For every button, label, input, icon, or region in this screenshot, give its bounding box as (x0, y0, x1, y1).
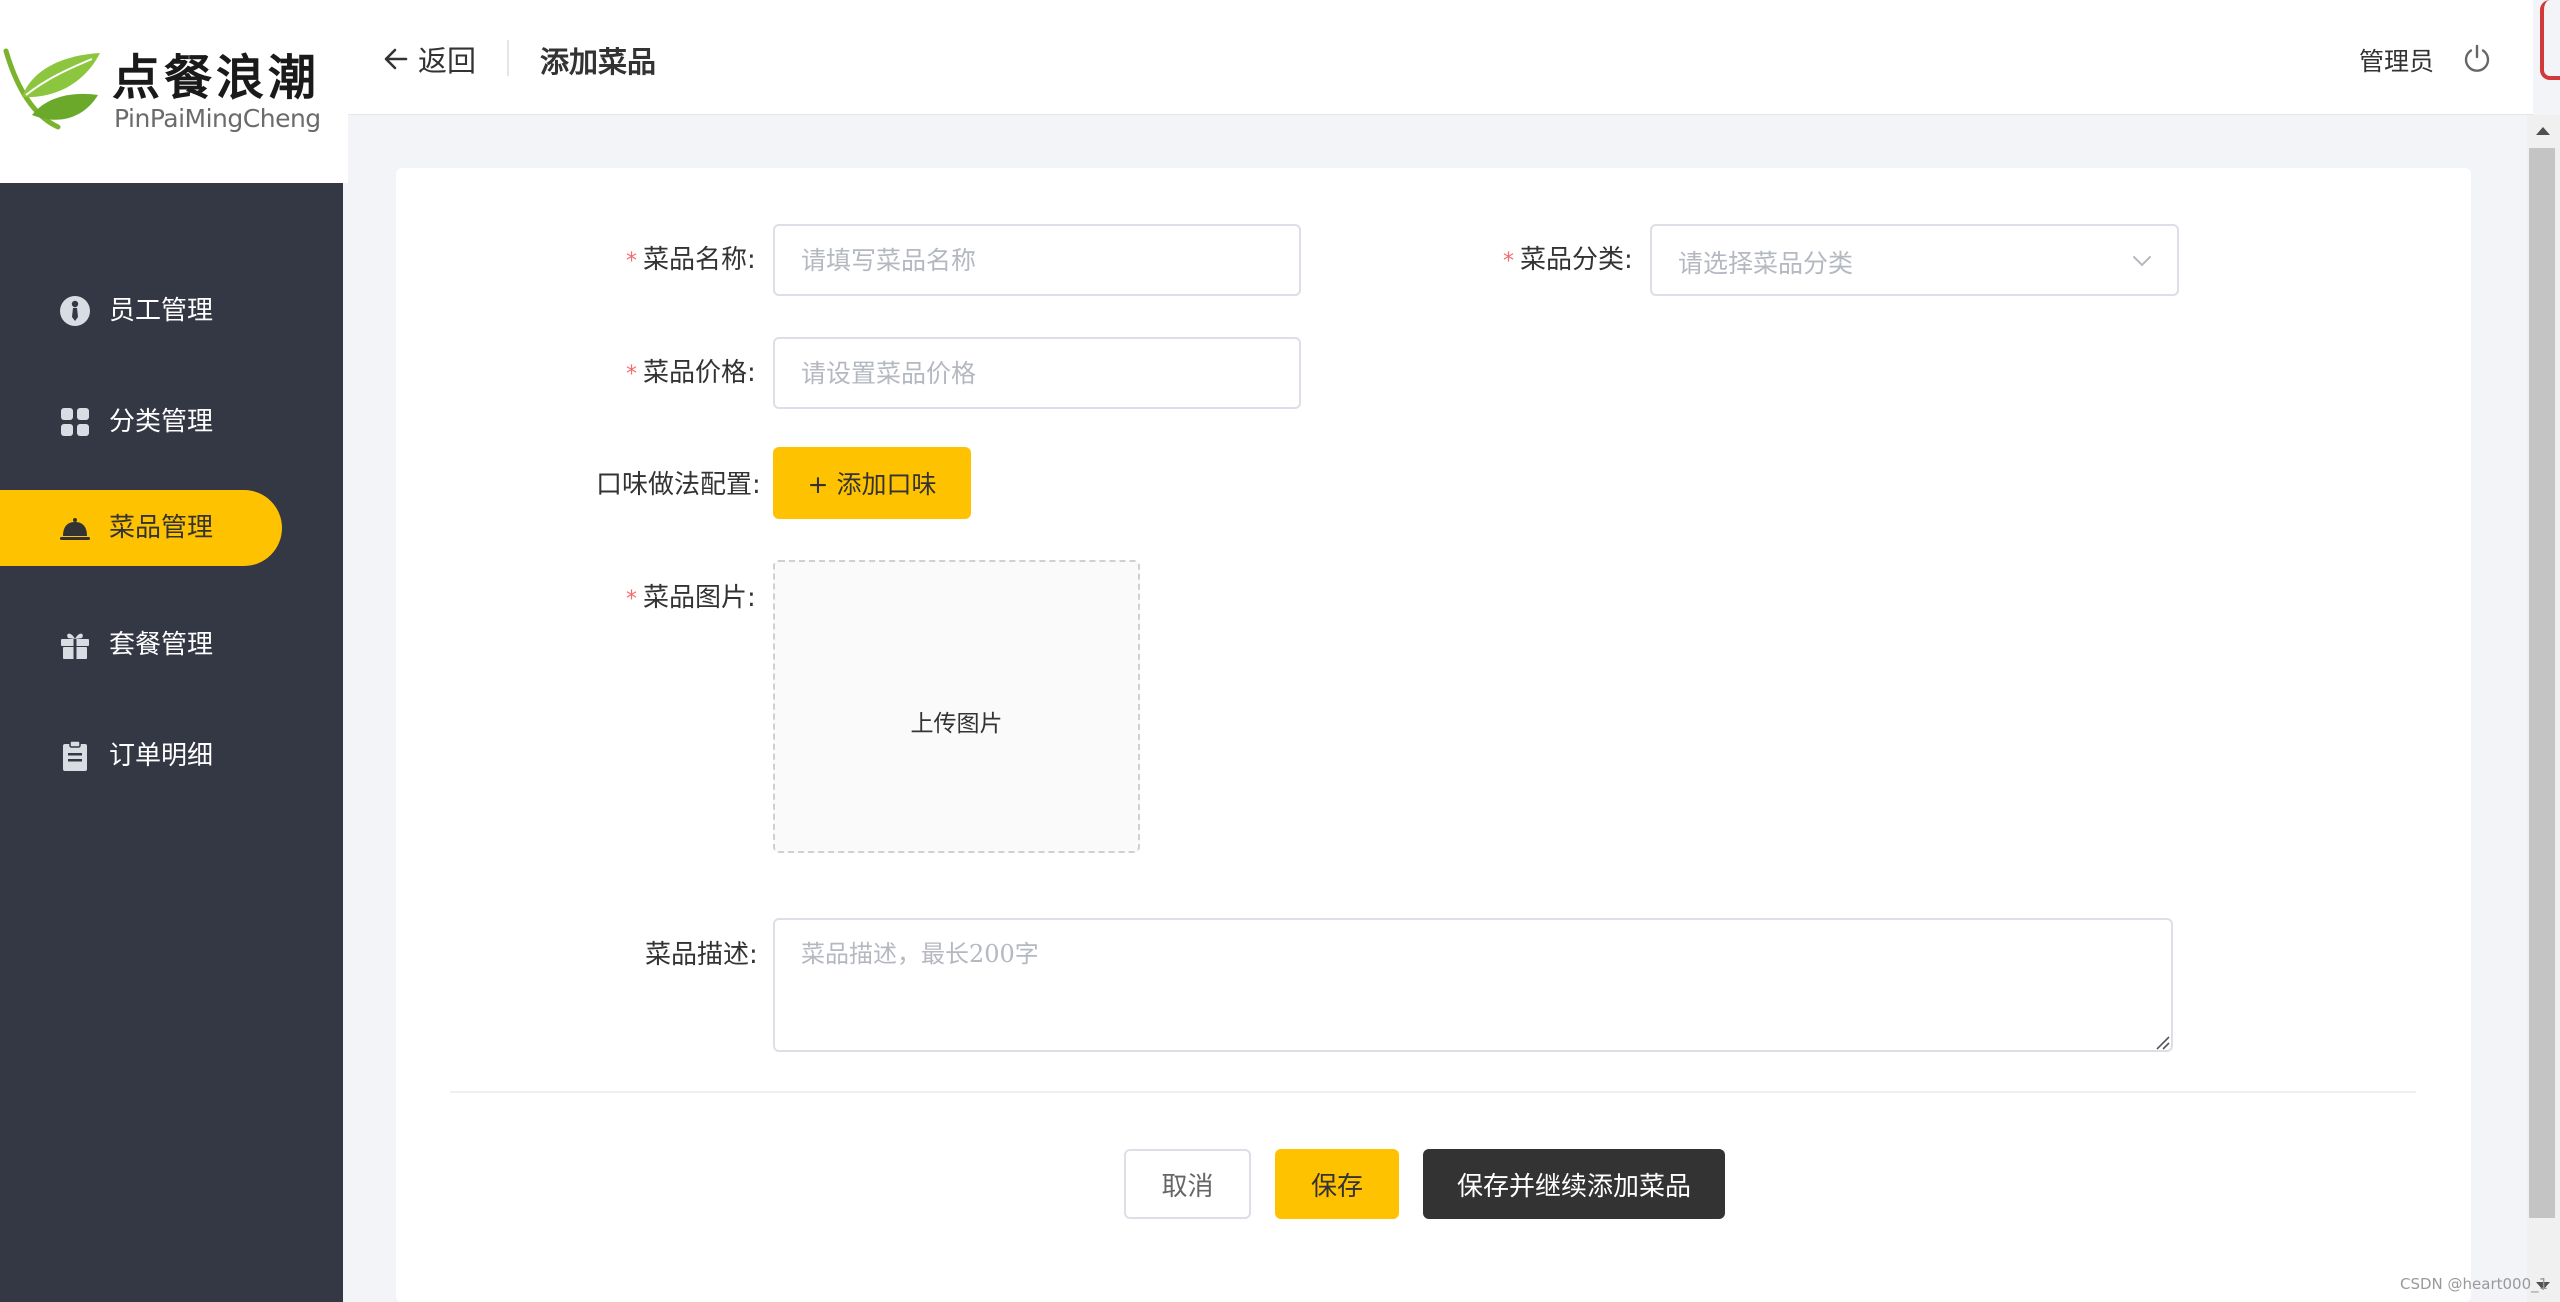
window-edge-indicator (2540, 0, 2560, 80)
back-button[interactable]: 返回 (382, 38, 476, 80)
arrow-left-icon (384, 48, 408, 70)
logo: 点餐浪潮 PinPaiMingCheng (0, 0, 348, 183)
watermark: CSDN @heart000_1 (2400, 1275, 2549, 1293)
sidebar-item-orders[interactable]: 订单明细 (0, 718, 282, 794)
scrollbar-thumb[interactable] (2529, 148, 2555, 1218)
brand-name-en: PinPaiMingCheng (114, 104, 321, 133)
sidebar-item-label: 分类管理 (109, 407, 214, 437)
scroll-up-arrow-icon[interactable] (2532, 120, 2554, 142)
sidebar-item-combos[interactable]: 套餐管理 (0, 607, 282, 683)
form-divider (450, 1091, 2416, 1093)
back-label: 返回 (418, 44, 477, 78)
required-mark: * (626, 587, 637, 612)
required-mark: * (626, 362, 637, 387)
sidebar-item-label: 员工管理 (109, 296, 214, 326)
sidebar-item-label: 套餐管理 (109, 630, 214, 660)
header-divider (507, 40, 509, 76)
sidebar-item-label: 订单明细 (109, 741, 214, 771)
add-flavor-button[interactable]: + 添加口味 (773, 447, 971, 519)
clipboard-icon (63, 740, 87, 771)
image-upload-area[interactable]: 上传图片 (773, 560, 1140, 853)
save-button[interactable]: 保存 (1275, 1149, 1399, 1219)
dish-name-label: * 菜品名称: (626, 242, 756, 280)
sidebar-item-employees[interactable]: 员工管理 (0, 273, 282, 349)
dish-category-label-text: 菜品分类: (1520, 245, 1633, 275)
resize-handle-icon[interactable] (2154, 1034, 2170, 1050)
power-icon[interactable] (2462, 43, 2492, 73)
leaf-logo-icon (3, 48, 100, 130)
cancel-button[interactable]: 取消 (1124, 1149, 1251, 1219)
upload-image-label: 上传图片 (910, 711, 1003, 737)
user-tie-icon (60, 296, 90, 326)
cloche-icon (60, 518, 90, 540)
dish-price-label: * 菜品价格: (626, 355, 756, 393)
dish-image-label: * 菜品图片: (626, 580, 756, 618)
sidebar-item-label: 菜品管理 (109, 513, 214, 543)
dish-name-label-text: 菜品名称: (643, 245, 756, 275)
dish-name-input[interactable] (773, 224, 1301, 296)
sidebar-item-dishes[interactable]: 菜品管理 (0, 490, 282, 566)
dish-image-label-text: 菜品图片: (643, 583, 756, 613)
dish-category-placeholder: 请选择菜品分类 (1678, 249, 1854, 278)
dish-description-textarea[interactable] (773, 918, 2173, 1052)
brand-name-cn: 点餐浪潮 (112, 50, 321, 106)
dish-category-label: * 菜品分类: (1503, 242, 1633, 280)
top-header: 返回 添加菜品 管理员 (348, 0, 2533, 115)
page-title: 添加菜品 (540, 45, 657, 79)
gift-icon (61, 633, 89, 659)
dish-price-label-text: 菜品价格: (643, 358, 756, 388)
user-name[interactable]: 管理员 (2359, 42, 2434, 78)
required-mark: * (626, 249, 637, 274)
sidebar-item-categories[interactable]: 分类管理 (0, 384, 282, 460)
dish-price-input[interactable] (773, 337, 1301, 409)
dish-category-select[interactable]: 请选择菜品分类 (1650, 224, 2179, 296)
dish-description-label: 菜品描述: (645, 940, 758, 970)
required-mark: * (1503, 249, 1514, 274)
form-card (396, 168, 2471, 1302)
flavor-config-label: 口味做法配置: (596, 470, 761, 500)
chevron-down-icon (2133, 256, 2151, 267)
grid-icon (61, 408, 89, 436)
sidebar: 员工管理 分类管理 菜品管理 套餐管理 订单明细 (0, 0, 343, 1302)
save-and-continue-button[interactable]: 保存并继续添加菜品 (1423, 1149, 1725, 1219)
